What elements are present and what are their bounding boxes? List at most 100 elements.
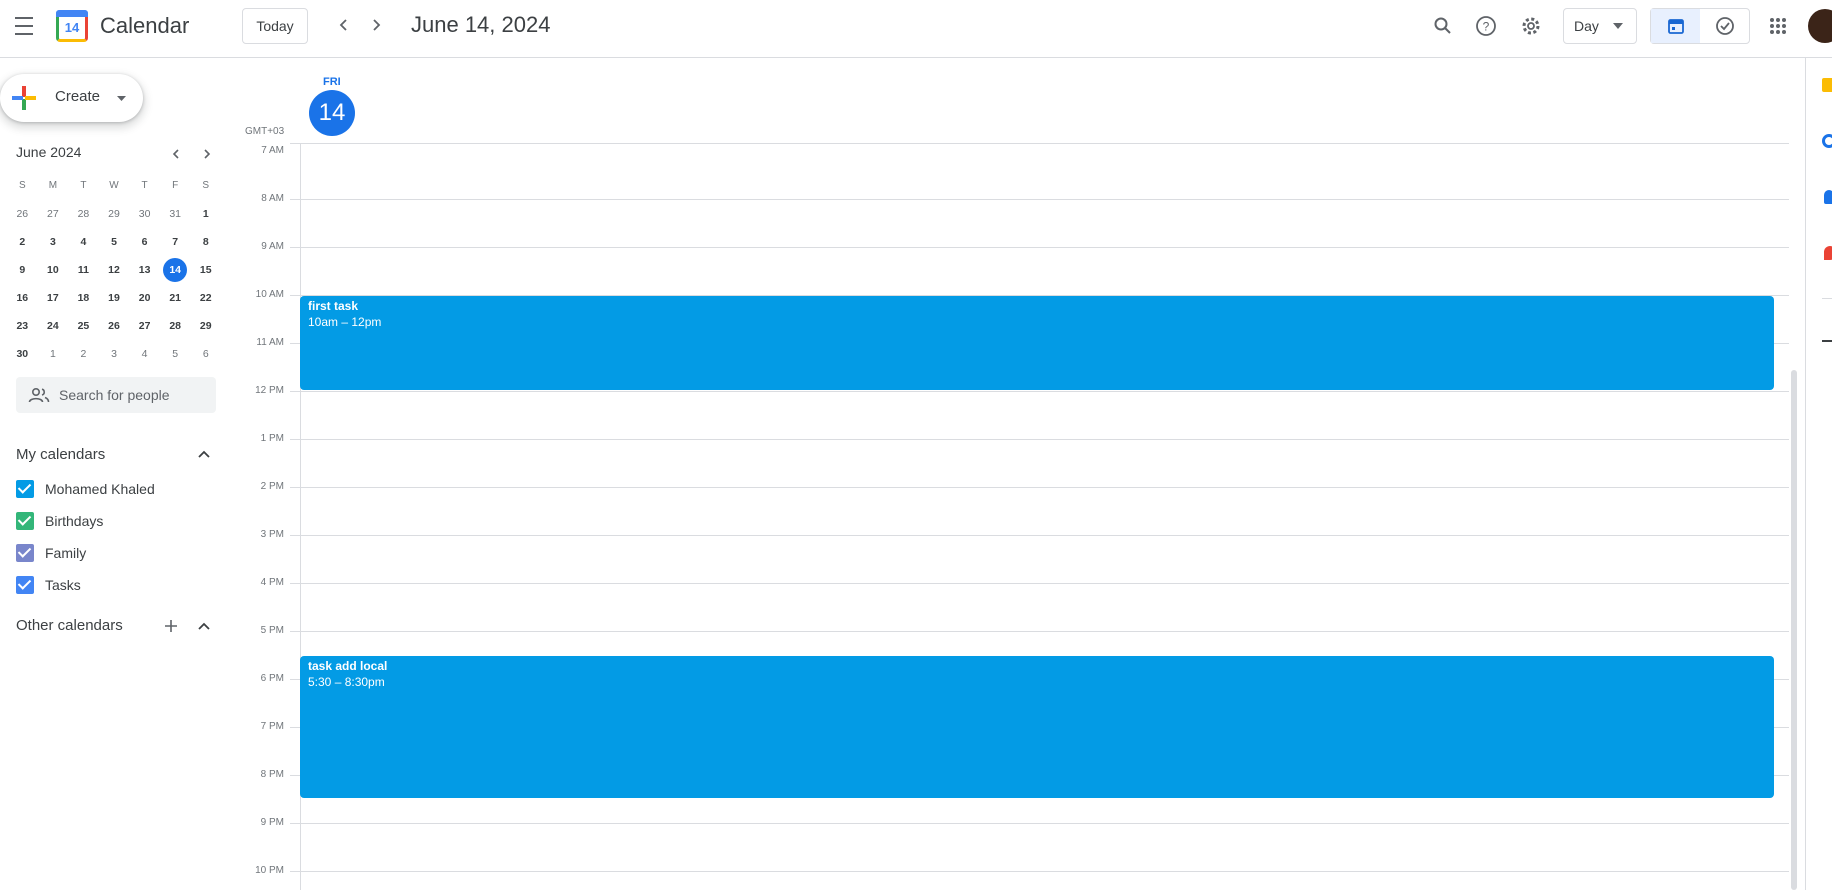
mini-day[interactable]: 30 [7,342,38,366]
mini-day[interactable]: 4 [129,342,160,366]
weekday-label: T [141,180,148,191]
mini-day[interactable]: 24 [38,314,69,338]
calendar-label: Family [45,545,87,561]
mini-day[interactable]: 2 [68,342,99,366]
mini-day[interactable]: 26 [7,202,38,226]
add-addon-icon[interactable] [1822,340,1832,342]
mini-day-selected[interactable]: 14 [160,258,191,282]
avatar[interactable] [1808,9,1832,43]
mini-day[interactable]: 16 [7,286,38,310]
mini-day[interactable]: 22 [190,286,221,310]
weekday-label: F [172,180,179,191]
next-day-button[interactable] [362,10,390,40]
people-search-placeholder: Search for people [59,387,170,403]
mini-day[interactable]: 13 [129,258,160,282]
keep-icon[interactable] [1822,78,1832,92]
mini-day[interactable]: 1 [190,202,221,226]
tasks-icon[interactable] [1822,134,1832,148]
hour-label: 9 PM [260,817,284,828]
mini-day[interactable]: 25 [68,314,99,338]
hour-label: 12 PM [255,385,284,396]
my-calendars-title[interactable]: My calendars [16,446,105,463]
mini-day[interactable]: 6 [190,342,221,366]
mini-day[interactable]: 28 [68,202,99,226]
mini-day[interactable]: 3 [99,342,130,366]
calendar-checkbox[interactable] [16,544,34,562]
mini-day[interactable]: 11 [68,258,99,282]
settings-button[interactable] [1516,11,1546,41]
create-button[interactable]: Create [0,74,143,122]
mini-day[interactable]: 21 [160,286,191,310]
mini-day[interactable]: 31 [160,202,191,226]
calendar-checkbox[interactable] [16,512,34,530]
mini-day[interactable]: 6 [129,230,160,254]
google-apps-button[interactable] [1763,11,1793,41]
today-button[interactable]: Today [242,8,308,44]
people-search-input[interactable]: Search for people [16,377,216,413]
calendar-item-tasks[interactable]: Tasks [16,573,81,597]
event-task-add-local[interactable]: task add local 5:30 – 8:30pm [300,656,1774,798]
previous-day-button[interactable] [330,10,358,40]
calendar-checkbox[interactable] [16,480,34,498]
calendar-item-birthdays[interactable]: Birthdays [16,509,103,533]
weekday-label: M [48,180,58,191]
mini-day[interactable]: 1 [38,342,69,366]
calendar-tasks-toggle[interactable] [1650,8,1750,44]
mini-prev-month-button[interactable] [166,144,186,164]
mini-day[interactable]: 15 [190,258,221,282]
mini-day[interactable]: 3 [38,230,69,254]
mini-day[interactable]: 26 [99,314,130,338]
chevron-up-icon [198,450,210,458]
mini-day[interactable]: 29 [99,202,130,226]
collapse-other-calendars-button[interactable] [194,616,214,636]
mini-day[interactable]: 5 [160,342,191,366]
hour-label: 10 PM [255,865,284,876]
hour-gridline [290,535,1789,536]
mini-day[interactable]: 29 [190,314,221,338]
add-other-calendar-button[interactable] [161,616,181,636]
mini-day[interactable]: 4 [68,230,99,254]
mini-day[interactable]: 5 [99,230,130,254]
mini-calendar: S M T W T F S 26 27 28 29 30 31 1 2 3 4 … [7,172,221,368]
mini-day[interactable]: 30 [129,202,160,226]
event-title: task add local [308,659,388,673]
search-button[interactable] [1428,11,1458,41]
mini-day[interactable]: 17 [38,286,69,310]
app-title[interactable]: Calendar [100,13,189,39]
calendar-logo-icon: 14 [56,10,88,42]
mini-day[interactable]: 10 [38,258,69,282]
vertical-scrollbar[interactable] [1791,370,1797,890]
day-of-week-label: FRI [323,76,341,88]
calendar-view-toggle[interactable] [1651,9,1700,43]
view-switcher[interactable]: Day [1563,8,1637,44]
mini-next-month-button[interactable] [197,144,217,164]
mini-day[interactable]: 28 [160,314,191,338]
calendar-item-mohamed-khaled[interactable]: Mohamed Khaled [16,477,155,501]
mini-day[interactable]: 2 [7,230,38,254]
help-button[interactable]: ? [1471,11,1501,41]
event-first-task[interactable]: first task 10am – 12pm [300,296,1774,390]
maps-icon[interactable] [1824,246,1832,260]
mini-day[interactable]: 23 [7,314,38,338]
other-calendars-title[interactable]: Other calendars [16,617,123,634]
mini-day[interactable]: 27 [129,314,160,338]
contacts-icon[interactable] [1824,190,1832,204]
mini-day[interactable]: 20 [129,286,160,310]
mini-day[interactable]: 27 [38,202,69,226]
mini-day[interactable]: 7 [160,230,191,254]
main-menu-button[interactable] [8,11,40,41]
calendar-item-family[interactable]: Family [16,541,86,565]
calendar-checkbox[interactable] [16,576,34,594]
mini-day[interactable]: 19 [99,286,130,310]
mini-day[interactable]: 8 [190,230,221,254]
apps-grid-icon [1770,18,1786,34]
mini-week-row: 23 24 25 26 27 28 29 [7,312,221,340]
mini-day[interactable]: 9 [7,258,38,282]
day-number-button[interactable]: 14 [309,90,355,136]
mini-day[interactable]: 12 [99,258,130,282]
tasks-view-toggle[interactable] [1700,9,1749,43]
mini-day[interactable]: 18 [68,286,99,310]
mini-weekday-row: S M T W T F S [7,172,221,200]
collapse-my-calendars-button[interactable] [194,444,214,464]
help-icon: ? [1476,16,1496,36]
